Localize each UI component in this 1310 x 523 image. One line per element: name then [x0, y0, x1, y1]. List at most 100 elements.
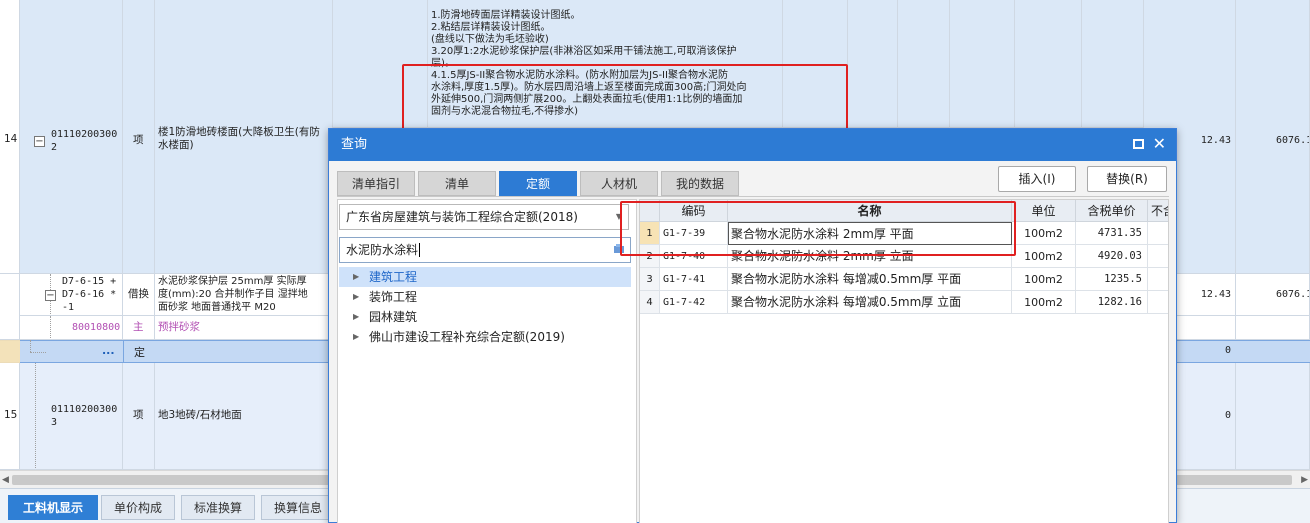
dialog-title-bar[interactable]: 查询 — [329, 129, 1176, 161]
tab-bill-guide[interactable]: 清单指引 — [337, 171, 415, 196]
sub-name-cell[interactable]: 水泥砂浆保护层 25mm厚 实际厚 度(mm):20 合并制作子目 湿拌地 面砂… — [155, 274, 333, 316]
row-unit[interactable]: 100m2 — [1012, 291, 1076, 314]
tab-labor-material[interactable]: 人材机 — [580, 171, 658, 196]
expand-icon[interactable]: ▶ — [353, 327, 359, 347]
grid-cell — [1015, 0, 1082, 128]
header-price[interactable]: 含税单价 — [1076, 200, 1148, 222]
row-name[interactable]: 聚合物水泥防水涂料 每增减0.5mm厚 立面 — [728, 291, 1012, 314]
search-value: 水泥防水涂料 — [346, 243, 419, 257]
tab-conversion-info[interactable]: 换算信息 — [261, 495, 335, 520]
code-cell[interactable]: − 01110200300 2 — [20, 0, 123, 274]
tree-connector — [35, 363, 36, 469]
insert-button[interactable]: 插入(I) — [998, 166, 1076, 192]
description-line: 3.20厚1:2水泥砂浆保护层(非淋浴区如采用干铺法施工,可取消该保护 — [431, 46, 737, 57]
scroll-left-icon[interactable]: ◀ — [2, 475, 9, 485]
type-cell: 项 — [123, 0, 155, 274]
highlight-annotation — [620, 201, 1016, 256]
tab-unit-price[interactable]: 单价构成 — [101, 495, 175, 520]
item-name: 楼1防滑地砖楼面(大降板卫生(有防水楼面) — [158, 126, 320, 151]
sub-item-name: 水泥砂浆保护层 25mm厚 实际厚 度(mm):20 合并制作子目 湿拌地 面砂… — [158, 276, 308, 313]
grid-cell — [1236, 316, 1310, 340]
collapse-toggle-icon[interactable]: − — [34, 136, 45, 147]
expand-icon[interactable]: ▶ — [353, 287, 359, 307]
type-cell: 定 — [123, 340, 155, 363]
name-cell[interactable]: 地3地砖/石材地面 — [155, 363, 333, 470]
query-dialog: 查询 ✕ 清单指引 清单 定额 人材机 我的数据 插入(I) 替换(R) 广东省… — [328, 128, 1177, 523]
row-unit[interactable]: 100m2 — [1012, 222, 1076, 245]
type-cell: 借换 — [123, 274, 155, 316]
grid-cell — [898, 0, 950, 128]
description-line: 1.防滑地砖面层详精装设计图纸。 — [431, 10, 581, 21]
row-number-14: 14 — [4, 133, 18, 145]
header-price-excl[interactable]: 不含 — [1148, 200, 1168, 222]
scroll-right-icon[interactable]: ▶ — [1301, 475, 1308, 485]
quota-library-select[interactable]: 广东省房屋建筑与装饰工程综合定额(2018) ▼ — [339, 204, 629, 230]
tab-divider — [337, 196, 1169, 197]
tree-item-garden[interactable]: ▶ 园林建筑 — [339, 307, 631, 327]
row-price-excl[interactable] — [1148, 268, 1168, 291]
row-number-cell — [0, 274, 20, 340]
tab-bill[interactable]: 清单 — [418, 171, 496, 196]
material-code: 80010800 — [72, 322, 121, 333]
expand-icon[interactable]: ▶ — [353, 307, 359, 327]
material-name-cell[interactable]: 预拌砂浆 — [155, 316, 333, 340]
row-price-excl[interactable] — [1148, 222, 1168, 245]
tree-item-decoration[interactable]: ▶ 装饰工程 — [339, 287, 631, 307]
close-icon[interactable]: ✕ — [1153, 135, 1166, 153]
item-code: 01110200300 3 — [51, 404, 118, 428]
code-cell[interactable]: 01110200300 3 — [20, 363, 123, 470]
row-price-excl[interactable] — [1148, 245, 1168, 268]
row-unit[interactable]: 100m2 — [1012, 245, 1076, 268]
row-number-15: 15 — [4, 409, 18, 421]
tab-standard-conversion[interactable]: 标准换算 — [181, 495, 255, 520]
grid-cell — [950, 0, 1015, 128]
dialog-title: 查询 — [341, 137, 368, 152]
collapse-toggle-icon[interactable]: − — [45, 290, 56, 301]
search-input[interactable]: 水泥防水涂料​ — [339, 237, 631, 263]
row-number-cell: 14 — [0, 0, 20, 274]
maximize-icon[interactable] — [1133, 139, 1144, 149]
total-cell: 6076.1 — [1236, 0, 1310, 274]
tree-connector — [30, 340, 31, 352]
row-code[interactable]: G1-7-42 — [660, 291, 728, 314]
grid-cell — [1082, 0, 1144, 128]
row-name[interactable]: 聚合物水泥防水涂料 每增减0.5mm厚 平面 — [728, 268, 1012, 291]
current-row-marker — [0, 340, 20, 363]
tree-connector — [30, 352, 46, 353]
tab-labor-material[interactable]: 工料机显示 — [8, 495, 98, 520]
tree-connector — [50, 316, 51, 339]
row-price[interactable]: 1235.5 — [1076, 268, 1148, 291]
tab-my-data[interactable]: 我的数据 — [661, 171, 739, 196]
row-price[interactable]: 1282.16 — [1076, 291, 1148, 314]
library-value: 广东省房屋建筑与装饰工程综合定额(2018) — [346, 210, 578, 224]
row-price[interactable]: 4731.35 — [1076, 222, 1148, 245]
row-number[interactable]: 4 — [640, 291, 660, 314]
row-unit[interactable]: 100m2 — [1012, 268, 1076, 291]
row-number-cell: 15 — [0, 363, 20, 470]
name-cell[interactable]: 楼1防滑地砖楼面(大降板卫生(有防水楼面) — [155, 0, 333, 274]
sub-item-code: D7-6-15 + D7-6-16 * -1 — [62, 276, 117, 313]
item-code: 01110200300 2 — [51, 129, 118, 153]
expand-icon[interactable]: ▶ — [353, 267, 359, 287]
row-code[interactable]: G1-7-41 — [660, 268, 728, 291]
description-line: 2.粘结层详精装设计图纸。 — [431, 22, 551, 33]
tab-quota[interactable]: 定额 — [499, 171, 577, 196]
type-cell: 项 — [123, 363, 155, 470]
row-price-excl[interactable] — [1148, 291, 1168, 314]
item-name: 地3地砖/石材地面 — [158, 409, 242, 421]
header-unit[interactable]: 单位 — [1012, 200, 1076, 222]
material-name: 预拌砂浆 — [158, 321, 200, 333]
tree-item-foshan-supplement[interactable]: ▶ 佛山市建设工程补充综合定额(2019) — [339, 327, 631, 347]
row-number[interactable]: 3 — [640, 268, 660, 291]
type-cell: 主 — [123, 316, 155, 340]
grid-cell — [848, 0, 898, 128]
tree-item-building[interactable]: ▶ 建筑工程 — [339, 267, 631, 287]
sub-code-cell[interactable]: − D7-6-15 + D7-6-16 * -1 — [20, 274, 123, 316]
row-price[interactable]: 4920.03 — [1076, 245, 1148, 268]
row-value: 0 — [1225, 345, 1232, 356]
replace-button[interactable]: 替换(R) — [1087, 166, 1167, 192]
material-code-cell[interactable]: 80010800 — [20, 316, 123, 340]
total-cell: 6076.1 — [1236, 274, 1310, 316]
more-button[interactable]: ... — [102, 344, 115, 357]
text-cursor: ​ — [419, 243, 421, 257]
